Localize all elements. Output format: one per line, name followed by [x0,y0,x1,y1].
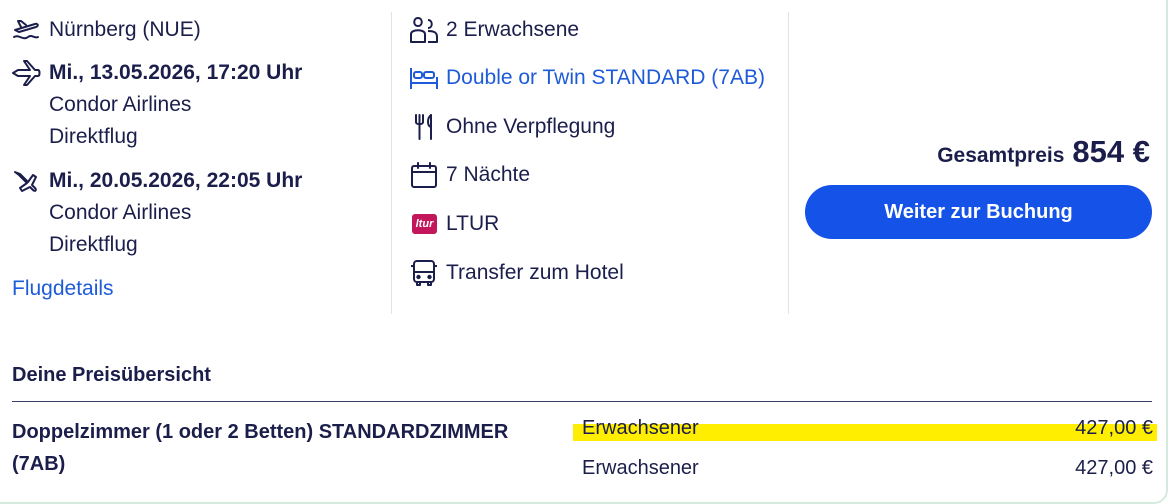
room-link[interactable]: Double or Twin STANDARD (7AB) [446,63,765,93]
transfer-row: Transfer zum Hotel [408,257,624,289]
operator-row: ltur LTUR [408,208,499,240]
return-airline: Condor Airlines [49,201,192,224]
price-line-amount: 427,00 € [1075,417,1153,439]
cutlery-icon [408,111,440,143]
board-row: Ohne Verpflegung [408,111,615,143]
divider [12,401,1152,402]
bus-icon [408,257,440,289]
return-datetime: Mi., 20.05.2026, 22:05 Uhr [49,169,303,192]
return-flight-row: Mi., 20.05.2026, 22:05 Uhr [10,165,302,197]
airplane-outbound-icon [10,57,42,89]
airplane-return-icon [10,165,42,197]
return-flight-type: Direktflug [49,233,138,256]
transfer: Transfer zum Hotel [446,261,624,284]
total-price: Gesamtpreis 854 € [937,134,1150,170]
people-icon [408,14,440,46]
calendar-icon [408,159,440,191]
room-row[interactable]: Double or Twin STANDARD (7AB) [408,62,765,94]
outbound-flight-row: Mi., 13.05.2026, 17:20 Uhr [10,57,302,89]
column-divider [788,12,789,314]
price-overview-title: Deine Preisübersicht [12,364,211,386]
ltur-logo: ltur [411,214,438,234]
continue-booking-button[interactable]: Weiter zur Buchung [805,185,1152,239]
column-divider [391,12,392,314]
travellers-row: 2 Erwachsene [408,14,579,46]
flight-details-link[interactable]: Flugdetails [12,277,114,301]
nights: 7 Nächte [446,163,531,186]
bed-icon [408,62,440,94]
total-price-label: Gesamtpreis [937,144,1065,167]
price-line: Erwachsener 427,00 € [573,455,1157,481]
operator: LTUR [446,212,500,235]
board: Ohne Verpflegung [446,115,616,138]
departure-airport-row: Nürnberg (NUE) [10,14,201,46]
price-line-amount: 427,00 € [1075,456,1153,479]
price-line-label: Erwachsener [582,456,699,479]
outbound-airline: Condor Airlines [49,93,192,116]
outbound-datetime: Mi., 13.05.2026, 17:20 Uhr [49,61,303,84]
ltur-logo-icon: ltur [408,208,441,240]
departure-airport: Nürnberg (NUE) [49,18,201,41]
outbound-flight-type: Direktflug [49,125,138,148]
airport-departure-icon [10,14,42,46]
nights-row: 7 Nächte [408,159,530,191]
price-line-label: Erwachsener [582,417,699,439]
room-name: Doppelzimmer (1 oder 2 Betten) STANDARDZ… [12,421,509,475]
total-price-value: 854 € [1072,134,1150,169]
price-line: Erwachsener 427,00 € [573,417,1157,441]
travellers: 2 Erwachsene [446,18,580,41]
